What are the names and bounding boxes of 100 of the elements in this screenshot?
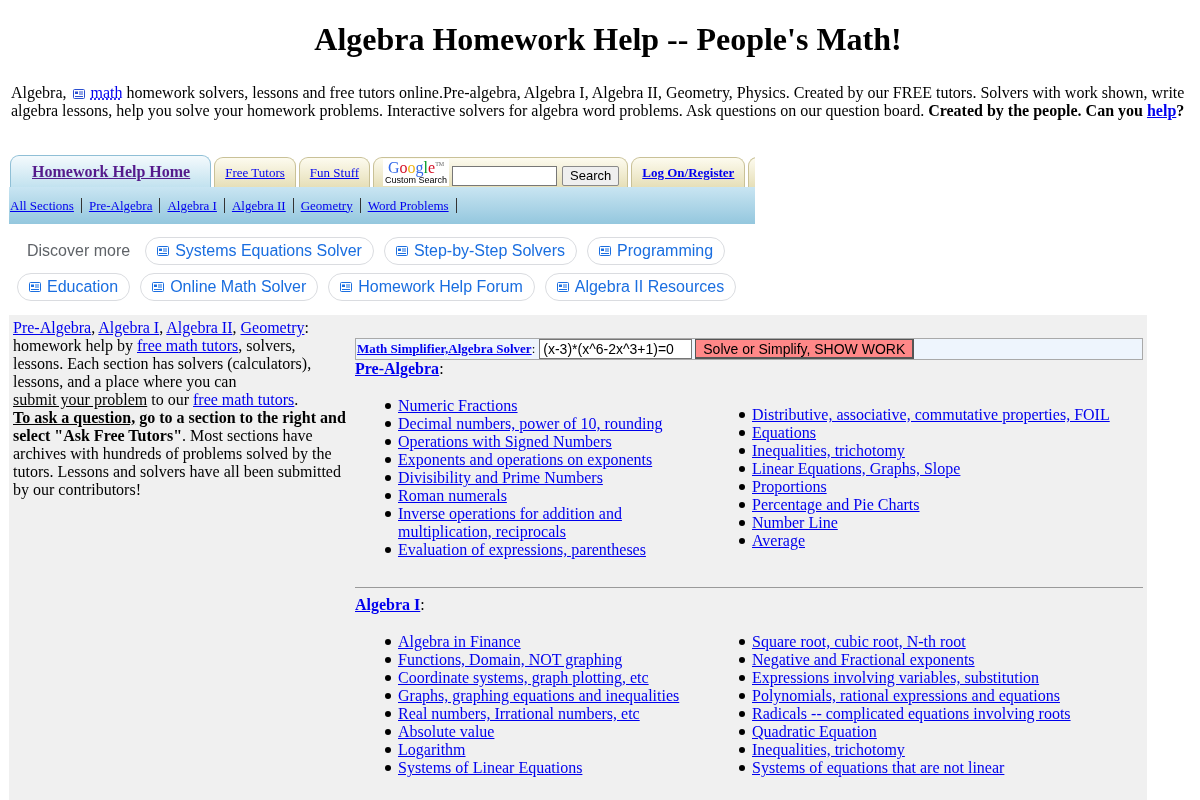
solver-label: Math Simplifier,Algebra Solver: [357,341,536,357]
suggestion-chip[interactable]: Systems Equations Solver [145,237,374,265]
bullet-icon [385,457,391,463]
text-link[interactable]: Algebra II [166,319,233,336]
section-heading: Algebra I: [355,596,426,614]
topic-link[interactable]: Radicals -- complicated equations involving roots [752,705,1071,723]
topic-link[interactable]: Real numbers, Irrational numbers, etc [398,705,640,723]
bullet-icon [739,484,745,490]
bullet-icon [739,729,745,735]
search-button[interactable]: Search [562,165,620,186]
topic-link[interactable]: Negative and Fractional exponents [752,651,975,669]
article-icon [395,246,408,256]
topic-link[interactable]: Square root, cubic root, N-th root [752,633,966,651]
topic-link[interactable]: Expressions involving variables, substitution [752,669,1040,687]
suggestion-chip[interactable]: Homework Help Forum [328,273,535,301]
text-link[interactable]: math [90,84,123,101]
text-link[interactable]: help [1146,102,1177,119]
topic-link[interactable]: Logarithm [398,741,466,759]
topic-link[interactable]: Proportions [752,478,827,496]
section-link[interactable]: Word Problems [367,197,449,214]
bullet-icon [385,403,391,409]
topic-link[interactable]: Inequalities, trichotomy [752,741,905,759]
topic-link[interactable]: Coordinate systems, graph plotting, etc [398,669,649,687]
text-link[interactable]: free math tutors [137,337,239,354]
section-link[interactable]: Pre-Algebra [88,197,153,214]
bullet-icon [739,430,745,436]
topic-link[interactable]: Evaluation of expressions, parentheses [398,541,646,559]
suggestion-chip[interactable]: Algebra II Resources [544,273,737,301]
bullet-icon [739,466,745,472]
bullet-icon [739,538,745,544]
suggestion-chip[interactable]: Education [17,273,131,301]
search-field[interactable] [452,165,558,186]
section-link[interactable]: Algebra II [231,197,286,214]
section-heading: Pre-Algebra: [355,360,445,378]
bullet-icon [385,747,391,753]
article-icon [157,246,170,256]
topic-link[interactable]: Decimal numbers, power of 10, rounding [398,415,663,433]
solver-link[interactable]: Math Simplifier,Algebra Solver [357,341,532,356]
text-link[interactable]: Geometry [240,319,305,336]
topic-link[interactable]: Systems of Linear Equations [398,759,583,777]
solve-button[interactable]: Solve or Simplify, SHOW WORK [695,339,915,359]
bullet-icon [385,547,391,553]
text-link[interactable]: Pre-Algebra [13,319,92,336]
text-link[interactable]: To ask a question, [13,409,136,426]
text-link[interactable]: submit your problem [13,391,148,408]
section-link[interactable]: All Sections [10,197,74,214]
bullet-icon [739,502,745,508]
article-icon [72,89,85,99]
bullet-icon [739,711,745,717]
topic-link[interactable]: Number Line [752,514,838,532]
topic-link[interactable]: Inverse operations for addition and multiplication, reciprocals [398,505,709,541]
bullet-icon [385,657,391,663]
topic-link[interactable]: Distributive, associative, commutative properties, FOIL [752,406,1110,424]
tab[interactable]: Fun Stuff [298,157,371,187]
topic-link[interactable]: Inequalities, trichotomy [752,442,905,460]
tab[interactable]: Homework Help Home [10,155,212,187]
topic-link[interactable]: Operations with Signed Numbers [398,433,612,451]
topic-link[interactable]: Divisibility and Prime Numbers [398,469,603,487]
topic-link[interactable]: Average [752,532,805,550]
sidebar-text: Pre-Algebra, Algebra I, Algebra II, Geometry: homework help by free math tutors, solvers, lessons. Each section has solvers (calculators), lessons, and a place where you can submit your problem to our free math tutors. To ask a question, go to a section to the right and select "Ask Free Tutors". Most sections have archives with hundreds of problems solved by the tutors. Lessons and solvers have all been submitted by our contributors! [12,318,347,499]
bullet-icon [739,520,745,526]
topic-link[interactable]: Equations [752,424,816,442]
topic-link[interactable]: Graphs, graphing equations and inequalities [398,687,680,705]
topic-link[interactable]: Roman numerals [398,487,507,505]
topic-link[interactable]: Functions, Domain, NOT graphing [398,651,623,669]
tab[interactable]: Free Tutors [214,157,296,187]
topic-link[interactable]: Systems of equations that are not linear [752,759,1005,777]
topic-link[interactable]: Linear Equations, Graphs, Slope [752,460,961,478]
section-link[interactable]: Algebra I [167,197,217,214]
bullet-icon [739,448,745,454]
bullet-icon [739,412,745,418]
suggestion-chip[interactable]: Step-by-Step Solvers [383,237,578,265]
section-link[interactable]: Geometry [300,197,353,214]
topic-link[interactable]: Algebra in Finance [398,633,521,651]
page-title: Algebra Homework Help -- People's Math! [313,21,903,58]
text-link[interactable]: Algebra I [98,319,160,336]
intro-text: Algebra, math homework solvers, lessons and free tutors online.Pre-algebra, Algebra I, Algebra II, Geometry, Physics. Created by our FREE tutors. Solvers with work shown, write algebra lessons, help you solve your homework problems. Interactive solvers for algebra word problems. Ask questions on our question board. Created by the people. Can you help? [11,84,1186,120]
topic-link[interactable]: Polynomials, rational expressions and equations [752,687,1060,705]
bullet-icon [739,639,745,645]
section-link[interactable]: Algebra I [355,596,421,613]
section-link[interactable]: Pre-Algebra [355,360,440,377]
article-icon [29,282,41,292]
suggestion-chip[interactable]: Programming [587,237,726,265]
bullet-icon [385,421,391,427]
topic-link[interactable]: Quadratic Equation [752,723,877,741]
bullet-icon [739,657,745,663]
tab[interactable]: Log On/Register [631,157,746,187]
topic-link[interactable]: Percentage and Pie Charts [752,496,920,514]
topic-link[interactable]: Numeric Fractions [398,397,518,415]
google-logo: Google$^{TM}$ [388,160,445,175]
bullet-icon [739,765,745,771]
bullet-icon [385,511,391,517]
suggestion-chip[interactable]: Online Math Solver [140,273,319,301]
article-icon [152,282,165,292]
expression-field[interactable]: (x-3)*(x^6-2x^3+1)=0 [539,339,693,359]
topic-link[interactable]: Absolute value [398,723,495,741]
topic-link[interactable]: Exponents and operations on exponents [398,451,653,469]
article-icon [340,282,353,292]
bullet-icon [739,675,745,681]
bullet-icon [739,693,745,699]
